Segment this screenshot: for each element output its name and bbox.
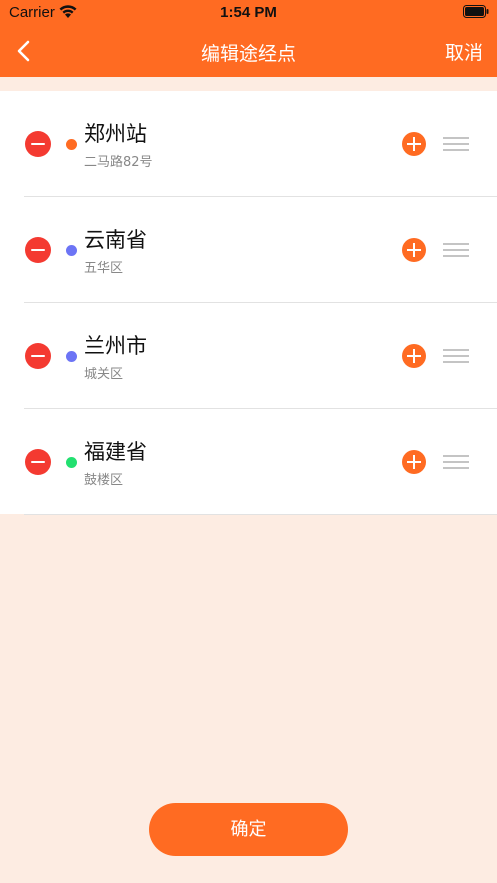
waypoint-row: 郑州站 二马路82号 — [0, 91, 497, 197]
waypoint-name: 兰州市 — [84, 334, 147, 358]
waypoint-dot — [66, 457, 77, 468]
add-waypoint-button[interactable] — [402, 238, 426, 262]
waypoint-list: 郑州站 二马路82号 云南省 五华区 兰州市 城关区 福建省 鼓楼区 — [0, 91, 497, 515]
status-time: 1:54 PM — [220, 4, 277, 21]
add-waypoint-button[interactable] — [402, 450, 426, 474]
status-bar: Carrier 1:54 PM — [0, 0, 497, 26]
battery-icon — [463, 5, 489, 18]
waypoint-name: 福建省 — [84, 440, 147, 464]
row-divider — [24, 514, 497, 515]
waypoint-name: 郑州站 — [84, 122, 147, 146]
remove-waypoint-button[interactable] — [25, 131, 51, 157]
waypoint-dot — [66, 351, 77, 362]
waypoint-detail: 鼓楼区 — [84, 473, 124, 488]
waypoint-dot — [66, 139, 77, 150]
waypoint-row: 兰州市 城关区 — [0, 303, 497, 409]
header: Carrier 1:54 PM 编辑途经点 取消 — [0, 0, 497, 77]
nav-bar: 编辑途经点 取消 — [0, 26, 497, 77]
remove-waypoint-button[interactable] — [25, 237, 51, 263]
drag-handle-icon[interactable] — [443, 454, 469, 470]
remove-waypoint-button[interactable] — [25, 449, 51, 475]
waypoint-detail: 五华区 — [84, 261, 124, 276]
page-title: 编辑途经点 — [200, 43, 296, 65]
waypoint-name: 云南省 — [84, 228, 147, 252]
drag-handle-icon[interactable] — [443, 348, 469, 364]
waypoint-dot — [66, 245, 77, 256]
waypoint-detail: 二马路82号 — [84, 155, 153, 170]
cancel-button[interactable]: 取消 — [445, 38, 483, 65]
waypoint-detail: 城关区 — [84, 367, 124, 382]
waypoint-row: 云南省 五华区 — [0, 197, 497, 303]
remove-waypoint-button[interactable] — [25, 343, 51, 369]
confirm-button[interactable]: 确定 — [149, 803, 348, 856]
waypoint-row: 福建省 鼓楼区 — [0, 409, 497, 515]
add-waypoint-button[interactable] — [402, 132, 426, 156]
add-waypoint-button[interactable] — [402, 344, 426, 368]
drag-handle-icon[interactable] — [443, 136, 469, 152]
drag-handle-icon[interactable] — [443, 242, 469, 258]
